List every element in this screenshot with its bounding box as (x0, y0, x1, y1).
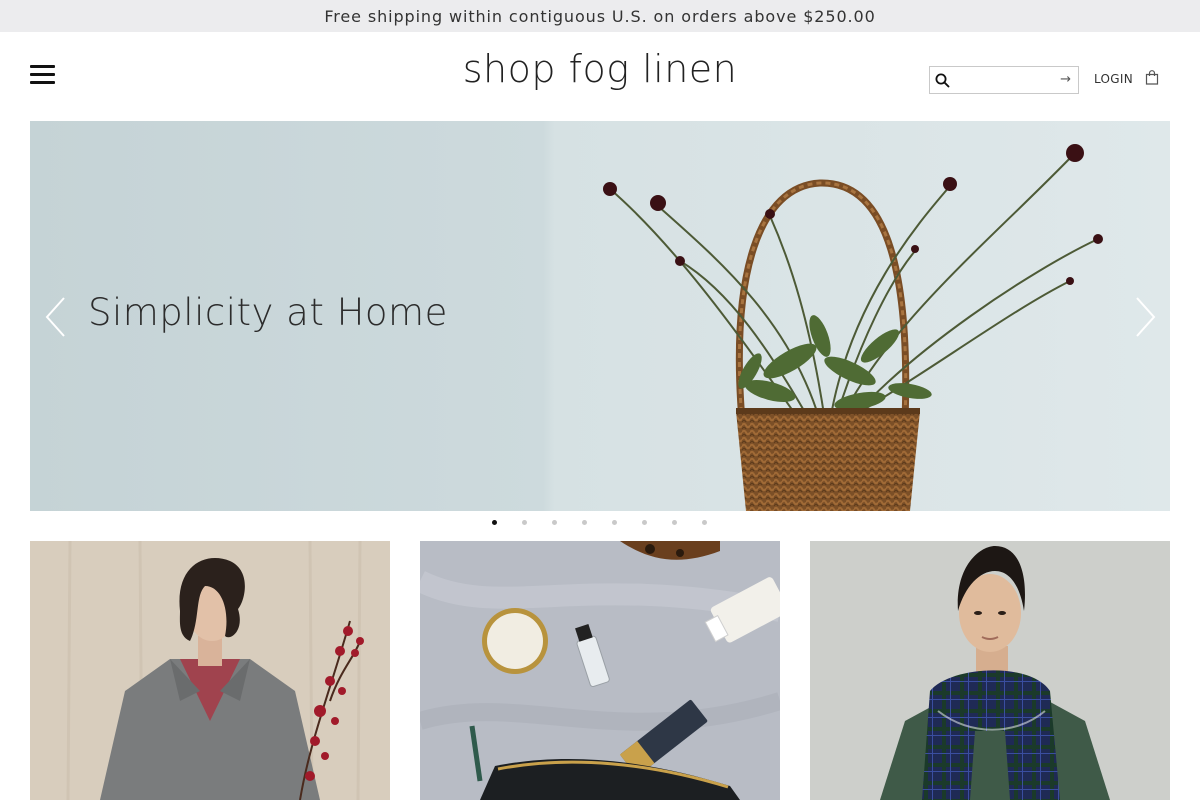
announcement-text: Free shipping within contiguous U.S. on … (324, 6, 876, 26)
search-box: → (929, 66, 1079, 94)
slide-next-arrow-icon[interactable] (1133, 296, 1157, 338)
hero-caption: Simplicity at Home (88, 291, 448, 334)
slide-dot-2[interactable] (522, 520, 527, 525)
announcement-bar: Free shipping within contiguous U.S. on … (0, 0, 1200, 32)
slide-dots (0, 520, 1200, 526)
login-link[interactable]: LOGIN (1094, 72, 1133, 86)
tile-plaid-scarf-model[interactable] (810, 541, 1170, 800)
tile-image (810, 541, 1170, 800)
slide-dot-4[interactable] (582, 520, 587, 525)
search-icon[interactable] (935, 73, 950, 88)
slide-dot-1[interactable] (492, 520, 497, 525)
shopping-bag-icon[interactable] (1145, 70, 1159, 85)
slide-dot-5[interactable] (612, 520, 617, 525)
slide-dot-8[interactable] (702, 520, 707, 525)
tile-accessories-flatlay[interactable] (420, 541, 780, 800)
tile-grey-coat-model[interactable] (30, 541, 390, 800)
logo-text[interactable]: shop fog linen (463, 47, 738, 91)
site-header: shop fog linen → LOGIN (0, 32, 1200, 121)
tile-image (420, 541, 780, 800)
search-input[interactable] (954, 69, 1054, 91)
hero-slideshow[interactable]: Simplicity at Home (30, 121, 1170, 511)
tile-image (30, 541, 390, 800)
slide-dot-3[interactable] (552, 520, 557, 525)
search-submit-arrow[interactable]: → (1060, 71, 1071, 89)
slide-dot-7[interactable] (672, 520, 677, 525)
slide-prev-arrow-icon[interactable] (44, 296, 68, 338)
slide-dot-6[interactable] (642, 520, 647, 525)
